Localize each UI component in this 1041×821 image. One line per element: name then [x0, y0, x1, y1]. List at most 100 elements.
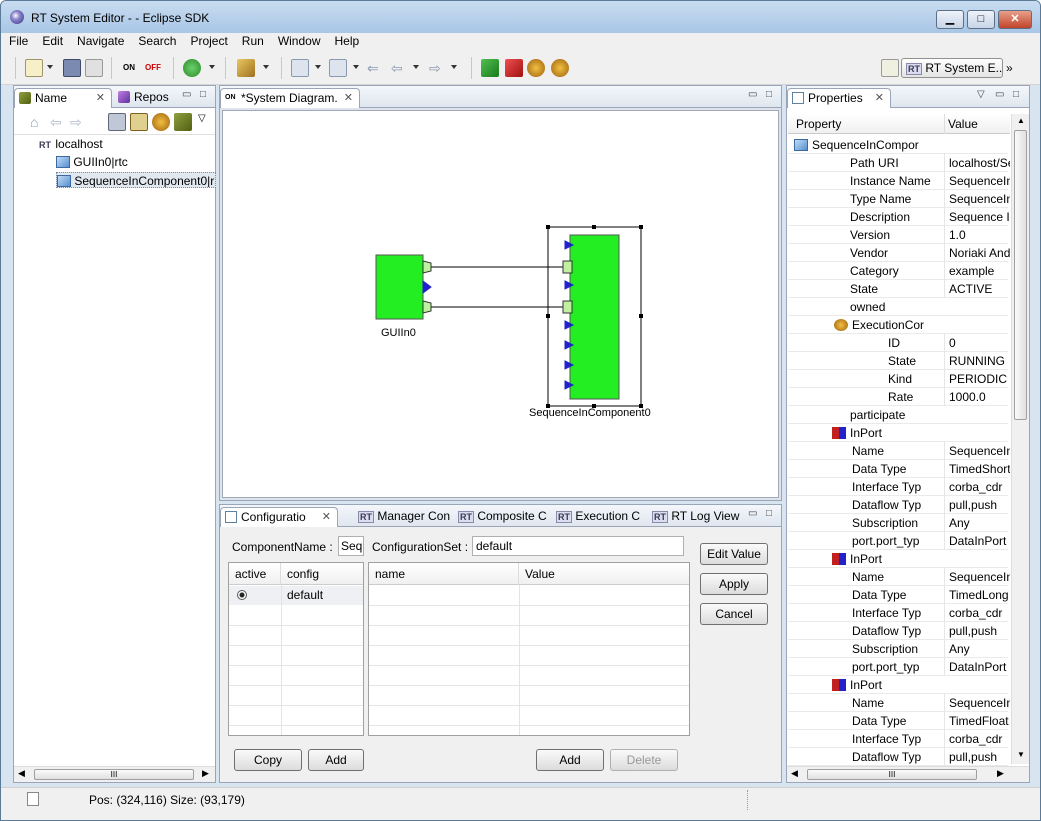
maximize-view-icon[interactable]: □	[1013, 89, 1019, 100]
property-row[interactable]: InPort	[788, 550, 1008, 568]
perspective-switcher[interactable]: RT RT System E...	[901, 58, 1003, 78]
menu-project[interactable]: Project	[184, 33, 233, 49]
tree-item-guiin0[interactable]: GUIIn0|rtc	[56, 154, 128, 170]
property-row[interactable]: Interface Typ corba_cdr	[788, 604, 1008, 622]
menu-search[interactable]: Search	[132, 33, 182, 49]
tool-icon[interactable]	[237, 59, 255, 77]
guiin0-label[interactable]: GUIIn0	[381, 327, 416, 339]
sequenceincomponent0-label[interactable]: SequenceInComponent0	[529, 407, 651, 419]
menu-window[interactable]: Window	[272, 33, 327, 49]
menu-edit[interactable]: Edit	[36, 33, 69, 49]
property-row[interactable]: Name SequenceIn	[788, 568, 1010, 586]
property-row[interactable]: ID 0	[788, 334, 1008, 352]
property-row[interactable]: InPort	[788, 424, 1008, 442]
cancel-button[interactable]: Cancel	[700, 603, 768, 625]
forward-icon[interactable]: ⇨	[70, 113, 88, 131]
property-row[interactable]: Data Type TimedFloat	[788, 712, 1009, 730]
configuration-set-field[interactable]: default	[472, 536, 684, 556]
close-icon[interactable]: ✕	[875, 89, 884, 107]
horizontal-scrollbar[interactable]: ◀ III ▶	[14, 766, 215, 782]
back-icon[interactable]: ⇦	[391, 59, 409, 77]
scroll-right-icon[interactable]: ▶	[997, 768, 1004, 779]
tab-properties[interactable]: Properties ✕	[787, 88, 891, 108]
property-row[interactable]: Dataflow Typ pull,push	[788, 496, 1008, 514]
menu-file[interactable]: File	[3, 33, 34, 49]
prev-annotation-icon[interactable]	[329, 59, 347, 77]
table-row[interactable]: default	[229, 586, 363, 605]
column-name[interactable]: name	[369, 563, 519, 585]
new-file-icon[interactable]	[25, 59, 43, 77]
run-dropdown-icon[interactable]	[209, 65, 215, 69]
scroll-thumb[interactable]	[1014, 130, 1027, 420]
maximize-view-icon[interactable]: □	[766, 89, 772, 100]
property-row[interactable]: InPort	[788, 676, 1008, 694]
add-param-button[interactable]: Add	[536, 749, 604, 771]
apply-button[interactable]: Apply	[700, 573, 768, 595]
disconnect-icon[interactable]	[108, 113, 126, 131]
scroll-left-icon[interactable]: ◀	[791, 768, 798, 779]
vertical-scrollbar[interactable]: ▲ ▼	[1011, 114, 1029, 764]
all-on-icon[interactable]: ON	[123, 59, 141, 77]
close-icon[interactable]: ✕	[96, 89, 105, 107]
property-row[interactable]: Category example	[788, 262, 1008, 280]
back-icon[interactable]: ⇦	[50, 113, 68, 131]
tab-name[interactable]: Name ✕	[14, 88, 112, 108]
forward-icon[interactable]: ⇨	[429, 59, 447, 77]
maximize-view-icon[interactable]: □	[200, 89, 206, 100]
scroll-thumb[interactable]: III	[807, 769, 977, 780]
copy-button[interactable]: Copy	[234, 749, 302, 771]
property-row[interactable]: State RUNNING	[788, 352, 1008, 370]
property-row[interactable]: Data Type TimedLong	[788, 586, 1009, 604]
property-row[interactable]: Path URI localhost/Se	[788, 154, 1010, 172]
close-icon[interactable]: ✕	[322, 508, 331, 526]
open-perspective-icon[interactable]	[881, 59, 899, 77]
tool-dropdown-icon[interactable]	[263, 65, 269, 69]
property-row[interactable]: ExecutionCor	[788, 316, 1008, 334]
filter-icon[interactable]	[174, 113, 192, 131]
next-annotation-dropdown-icon[interactable]	[315, 65, 321, 69]
menu-help[interactable]: Help	[329, 33, 366, 49]
start-exec-icon[interactable]	[527, 59, 545, 77]
home-icon[interactable]: ⌂	[30, 113, 48, 131]
scroll-up-icon[interactable]: ▲	[1017, 116, 1025, 125]
forward-dropdown-icon[interactable]	[451, 65, 457, 69]
column-property[interactable]: Property	[796, 117, 841, 131]
print-icon[interactable]	[85, 59, 103, 77]
column-config[interactable]: config	[281, 563, 363, 585]
view-menu-icon[interactable]: ▽	[977, 89, 985, 100]
next-annotation-icon[interactable]	[291, 59, 309, 77]
tree-item-sequenceincomponent0[interactable]: SequenceInComponent0|r	[56, 172, 216, 188]
scroll-down-icon[interactable]: ▼	[1017, 750, 1025, 759]
new-dropdown-icon[interactable]	[47, 65, 53, 69]
menu-navigate[interactable]: Navigate	[71, 33, 130, 49]
property-row[interactable]: Dataflow Typ pull,push	[788, 748, 1008, 766]
property-row[interactable]: Rate 1000.0	[788, 388, 1008, 406]
refresh-icon[interactable]	[152, 113, 170, 131]
back-dropdown-icon[interactable]	[413, 65, 419, 69]
fast-view-icon[interactable]	[27, 792, 39, 806]
tab-system-diagram[interactable]: ON *System Diagram. ✕	[220, 88, 360, 108]
component-name-field[interactable]: Sequ	[338, 536, 364, 556]
property-row[interactable]: Interface Typ corba_cdr	[788, 478, 1008, 496]
perspective-menu-icon[interactable]: »	[1006, 59, 1024, 77]
property-row[interactable]: Version 1.0	[788, 226, 1008, 244]
edit-value-button[interactable]: Edit Value	[700, 543, 768, 565]
scroll-right-icon[interactable]: ▶	[202, 768, 209, 779]
property-row[interactable]: Name SequenceIn	[788, 442, 1010, 460]
property-row[interactable]: Kind PERIODIC	[788, 370, 1008, 388]
tab-execution-context[interactable]: RT Execution C	[552, 507, 648, 527]
property-row[interactable]: Description Sequence In	[788, 208, 1010, 226]
close-icon[interactable]: ✕	[344, 89, 353, 107]
active-radio[interactable]	[237, 590, 247, 600]
view-menu-icon[interactable]: ▽	[198, 113, 206, 124]
activate-icon[interactable]	[481, 59, 499, 77]
save-icon[interactable]	[63, 59, 81, 77]
property-row[interactable]: State ACTIVE	[788, 280, 1008, 298]
diagram-canvas[interactable]: GUIIn0 SequenceInComponent0	[222, 110, 779, 498]
last-edit-icon[interactable]: ⇐	[367, 59, 385, 77]
menu-run[interactable]: Run	[236, 33, 270, 49]
property-row[interactable]: Subscription Any	[788, 640, 1008, 658]
tree-item-localhost[interactable]: RT localhost	[38, 136, 103, 152]
property-row[interactable]: Vendor Noriaki And	[788, 244, 1010, 262]
column-active[interactable]: active	[229, 563, 281, 585]
